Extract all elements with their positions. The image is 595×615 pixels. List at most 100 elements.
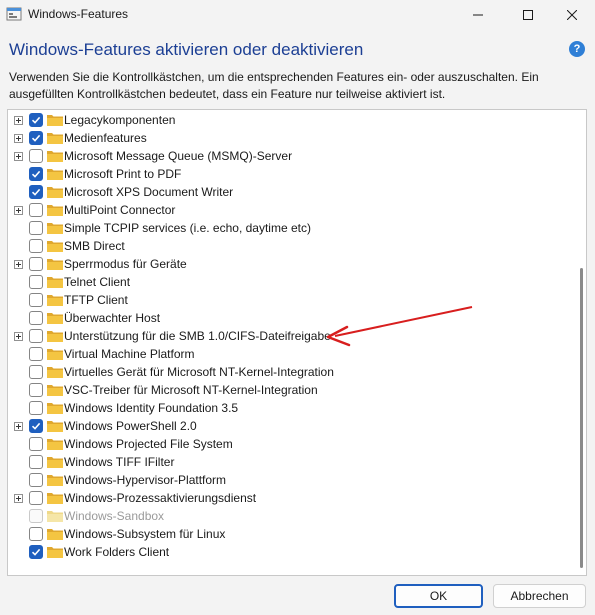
- feature-row[interactable]: Microsoft XPS Document Writer: [8, 183, 573, 201]
- feature-row[interactable]: Sperrmodus für Geräte: [8, 255, 573, 273]
- feature-label: TFTP Client: [64, 293, 128, 307]
- description-text: Verwenden Sie die Kontrollkästchen, um d…: [9, 70, 539, 101]
- feature-row[interactable]: Simple TCPIP services (i.e. echo, daytim…: [8, 219, 573, 237]
- feature-checkbox[interactable]: [29, 437, 43, 451]
- app-icon: [6, 7, 22, 21]
- feature-checkbox[interactable]: [29, 221, 43, 235]
- feature-tree[interactable]: Legacykomponenten Medienfeatures Microsoft…: [7, 109, 587, 576]
- folder-icon: [46, 401, 64, 415]
- feature-checkbox[interactable]: [29, 347, 43, 361]
- feature-row[interactable]: Microsoft Print to PDF: [8, 165, 573, 183]
- feature-label: Sperrmodus für Geräte: [64, 257, 187, 271]
- feature-checkbox[interactable]: [29, 329, 43, 343]
- feature-row[interactable]: Windows-Prozessaktivierungsdienst: [8, 489, 573, 507]
- feature-checkbox[interactable]: [29, 131, 43, 145]
- feature-checkbox[interactable]: [29, 167, 43, 181]
- expand-icon[interactable]: [14, 152, 23, 161]
- feature-row[interactable]: Legacykomponenten: [8, 111, 573, 129]
- folder-icon: [46, 311, 64, 325]
- feature-row[interactable]: Windows-Hypervisor-Plattform: [8, 471, 573, 489]
- feature-checkbox[interactable]: [29, 473, 43, 487]
- feature-row[interactable]: Windows-Subsystem für Linux: [8, 525, 573, 543]
- feature-row[interactable]: Work Folders Client: [8, 543, 573, 561]
- expand-icon[interactable]: [14, 494, 23, 503]
- cancel-button[interactable]: Abbrechen: [493, 584, 586, 608]
- feature-checkbox[interactable]: [29, 419, 43, 433]
- ok-button[interactable]: OK: [394, 584, 483, 608]
- feature-label: Microsoft XPS Document Writer: [64, 185, 234, 199]
- feature-checkbox[interactable]: [29, 257, 43, 271]
- feature-checkbox[interactable]: [29, 149, 43, 163]
- feature-checkbox[interactable]: [29, 365, 43, 379]
- feature-row[interactable]: TFTP Client: [8, 291, 573, 309]
- folder-icon: [46, 203, 64, 217]
- feature-checkbox[interactable]: [29, 293, 43, 307]
- folder-icon: [46, 113, 64, 127]
- feature-checkbox[interactable]: [29, 545, 43, 559]
- feature-checkbox[interactable]: [29, 113, 43, 127]
- feature-checkbox[interactable]: [29, 185, 43, 199]
- feature-checkbox[interactable]: [29, 455, 43, 469]
- feature-label: Virtuelles Gerät für Microsoft NT-Kernel…: [64, 365, 334, 379]
- feature-checkbox[interactable]: [29, 239, 43, 253]
- scrollbar-thumb[interactable]: [580, 268, 583, 568]
- expand-icon[interactable]: [14, 332, 23, 341]
- checkmark-icon: [31, 188, 41, 196]
- feature-row[interactable]: Windows-Sandbox: [8, 507, 573, 525]
- feature-checkbox[interactable]: [29, 311, 43, 325]
- close-button[interactable]: [549, 0, 595, 30]
- folder-icon: [46, 347, 64, 361]
- feature-checkbox[interactable]: [29, 383, 43, 397]
- folder-icon: [46, 419, 64, 433]
- feature-checkbox[interactable]: [29, 275, 43, 289]
- feature-row[interactable]: MultiPoint Connector: [8, 201, 573, 219]
- folder-icon: [46, 509, 64, 523]
- feature-row[interactable]: Windows Identity Foundation 3.5: [8, 399, 573, 417]
- feature-row[interactable]: Medienfeatures: [8, 129, 573, 147]
- feature-row[interactable]: Überwachter Host: [8, 309, 573, 327]
- feature-label: Windows-Subsystem für Linux: [64, 527, 226, 541]
- folder-icon: [46, 131, 64, 145]
- feature-label: VSC-Treiber für Microsoft NT-Kernel-Inte…: [64, 383, 318, 397]
- checkmark-icon: [31, 134, 41, 142]
- folder-icon: [46, 455, 64, 469]
- feature-label: Unterstützung für die SMB 1.0/CIFS-Datei…: [64, 329, 331, 343]
- feature-row[interactable]: Telnet Client: [8, 273, 573, 291]
- feature-row[interactable]: VSC-Treiber für Microsoft NT-Kernel-Inte…: [8, 381, 573, 399]
- folder-icon: [46, 221, 64, 235]
- title-bar: Windows-Features: [0, 0, 595, 30]
- help-icon[interactable]: ?: [569, 41, 585, 57]
- feature-label: Microsoft Print to PDF: [64, 167, 182, 181]
- folder-icon: [46, 365, 64, 379]
- feature-checkbox[interactable]: [29, 527, 43, 541]
- maximize-icon: [523, 10, 533, 20]
- feature-row[interactable]: Virtuelles Gerät für Microsoft NT-Kernel…: [8, 363, 573, 381]
- feature-row[interactable]: Windows PowerShell 2.0: [8, 417, 573, 435]
- feature-label: Windows PowerShell 2.0: [64, 419, 197, 433]
- page-heading: Windows-Features aktivieren oder deaktiv…: [9, 40, 364, 59]
- feature-row[interactable]: Microsoft Message Queue (MSMQ)-Server: [8, 147, 573, 165]
- feature-row[interactable]: SMB Direct: [8, 237, 573, 255]
- feature-row[interactable]: Virtual Machine Platform: [8, 345, 573, 363]
- feature-row[interactable]: Windows TIFF IFilter: [8, 453, 573, 471]
- expand-icon[interactable]: [14, 260, 23, 269]
- feature-label: Windows-Hypervisor-Plattform: [64, 473, 227, 487]
- feature-checkbox[interactable]: [29, 401, 43, 415]
- feature-row[interactable]: Unterstützung für die SMB 1.0/CIFS-Datei…: [8, 327, 573, 345]
- expand-icon[interactable]: [14, 206, 23, 215]
- window-title: Windows-Features: [28, 7, 129, 21]
- maximize-button[interactable]: [505, 0, 551, 30]
- folder-icon: [46, 239, 64, 253]
- feature-checkbox[interactable]: [29, 203, 43, 217]
- expand-icon[interactable]: [14, 116, 23, 125]
- feature-row[interactable]: Windows Projected File System: [8, 435, 573, 453]
- expand-icon[interactable]: [14, 134, 23, 143]
- feature-label: Windows Identity Foundation 3.5: [64, 401, 239, 415]
- feature-label: Windows Projected File System: [64, 437, 233, 451]
- feature-label: Windows-Sandbox: [64, 509, 165, 523]
- feature-label: MultiPoint Connector: [64, 203, 176, 217]
- expand-icon[interactable]: [14, 422, 23, 431]
- feature-checkbox[interactable]: [29, 491, 43, 505]
- folder-icon: [46, 437, 64, 451]
- minimize-button[interactable]: [455, 0, 501, 30]
